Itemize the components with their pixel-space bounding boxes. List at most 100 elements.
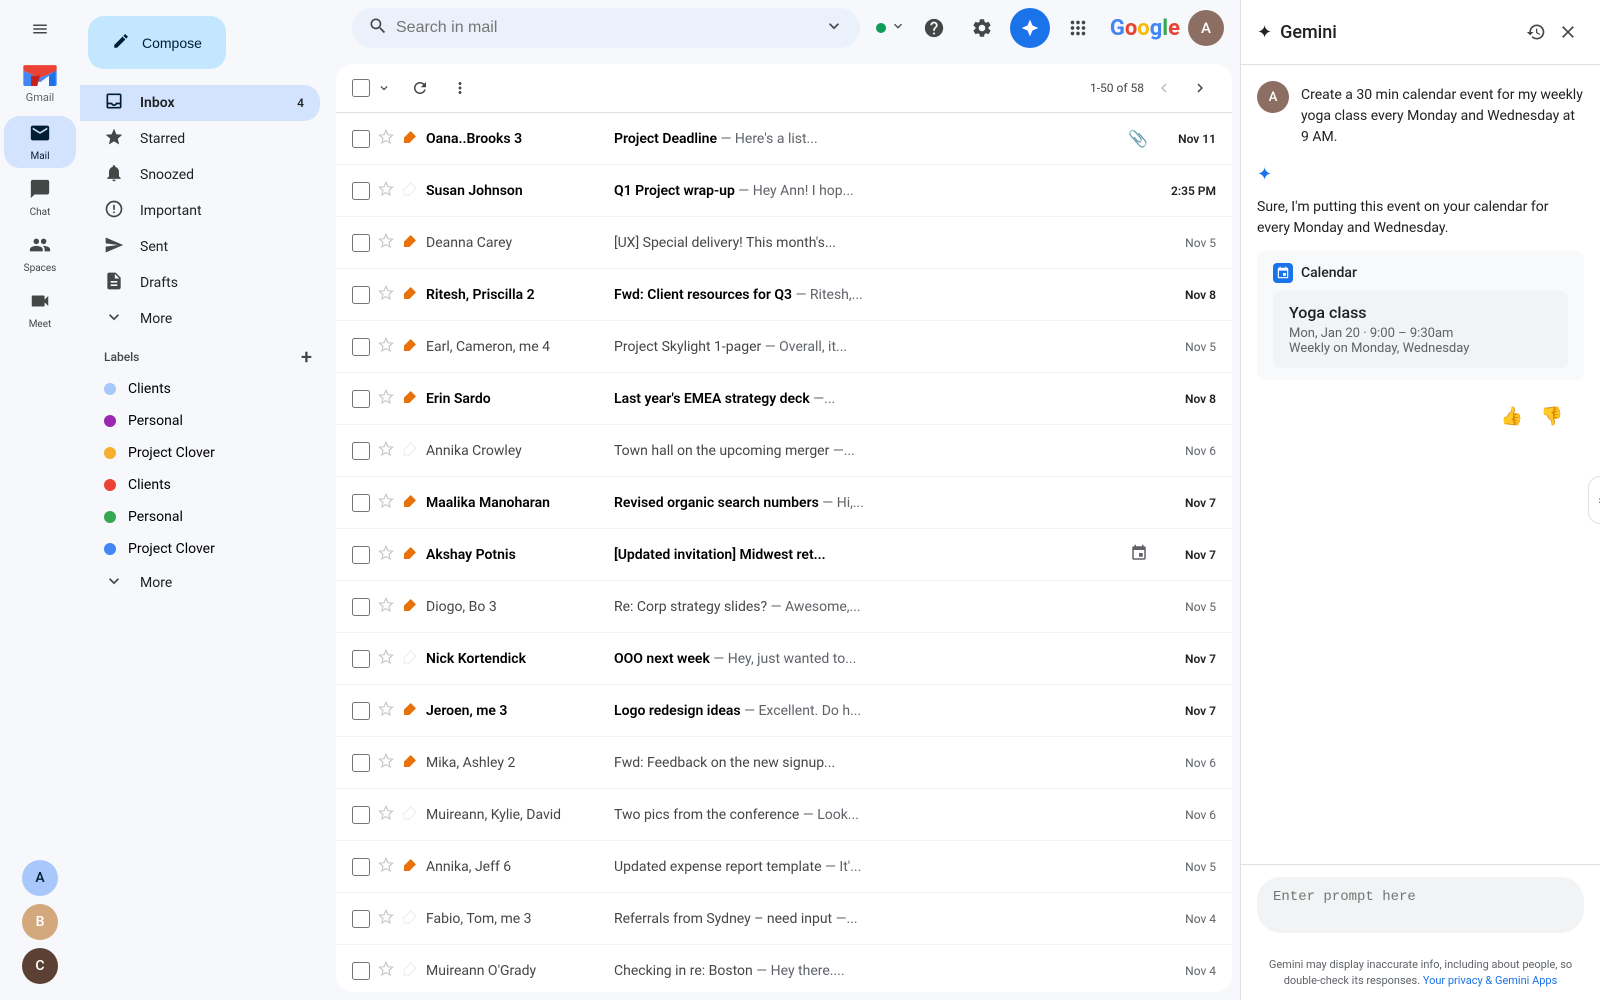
email-checkbox[interactable] [352, 442, 370, 460]
gemini-close-button[interactable] [1552, 16, 1584, 48]
select-dropdown-button[interactable] [372, 76, 396, 100]
star-icon[interactable] [378, 441, 394, 461]
email-checkbox[interactable] [352, 598, 370, 616]
email-row[interactable]: Jeroen, me 3 Logo redesign ideas — Excel… [336, 685, 1232, 737]
sidebar-item-starred[interactable]: Starred [80, 121, 320, 157]
email-row[interactable]: Maalika Manoharan Revised organic search… [336, 477, 1232, 529]
star-icon[interactable] [378, 493, 394, 513]
sidebar-item-drafts[interactable]: Drafts [80, 265, 320, 301]
nav-item-spaces[interactable]: Spaces [4, 228, 76, 280]
avatar-1[interactable]: A [22, 860, 58, 896]
apps-button[interactable] [1058, 8, 1098, 48]
email-row[interactable]: Muireann O'Grady Checking in re: Boston … [336, 945, 1232, 992]
star-icon[interactable] [378, 285, 394, 305]
email-row[interactable]: Nick Kortendick OOO next week — Hey, jus… [336, 633, 1232, 685]
email-row[interactable]: Oana..Brooks 3 Project Deadline — Here's… [336, 113, 1232, 165]
help-button[interactable] [914, 8, 954, 48]
label-project-clover-1[interactable]: Project Clover [104, 437, 296, 469]
yoga-event-card[interactable]: Yoga class Mon, Jan 20 · 9:00 – 9:30am W… [1273, 291, 1568, 368]
label-personal-2[interactable]: Personal [104, 501, 296, 533]
star-icon[interactable] [378, 961, 394, 981]
hamburger-menu[interactable] [19, 8, 61, 54]
label-clients-1[interactable]: Clients [104, 373, 296, 405]
settings-button[interactable] [962, 8, 1002, 48]
star-icon[interactable] [378, 181, 394, 201]
star-icon[interactable] [378, 909, 394, 929]
email-row[interactable]: Earl, Cameron, me 4 Project Skylight 1-p… [336, 321, 1232, 373]
star-icon[interactable] [378, 753, 394, 773]
email-row[interactable]: Fabio, Tom, me 3 Referrals from Sydney –… [336, 893, 1232, 945]
star-icon[interactable] [378, 129, 394, 149]
thumbs-down-button[interactable]: 👎 [1536, 400, 1568, 432]
gmail-logo[interactable]: Gmail [22, 62, 58, 104]
label-project-clover-2[interactable]: Project Clover [104, 533, 296, 565]
email-checkbox[interactable] [352, 910, 370, 928]
email-checkbox[interactable] [352, 338, 370, 356]
sidebar-item-snoozed[interactable]: Snoozed [80, 157, 320, 193]
email-row[interactable]: Muireann, Kylie, David Two pics from the… [336, 789, 1232, 841]
gemini-prompt-input[interactable] [1257, 877, 1584, 933]
email-row[interactable]: Akshay Potnis [Updated invitation] Midwe… [336, 529, 1232, 581]
email-checkbox[interactable] [352, 130, 370, 148]
star-icon[interactable] [378, 701, 394, 721]
email-checkbox[interactable] [352, 286, 370, 304]
email-checkbox[interactable] [352, 806, 370, 824]
labels-more-item[interactable]: More [104, 565, 296, 601]
gemini-button[interactable] [1010, 8, 1050, 48]
gemini-history-button[interactable] [1520, 16, 1552, 48]
search-bar[interactable] [352, 8, 860, 48]
nav-item-mail[interactable]: Mail [4, 116, 76, 168]
status-indicator[interactable] [876, 18, 906, 38]
star-icon[interactable] [378, 337, 394, 357]
chevron-down-search-icon[interactable] [824, 16, 844, 40]
refresh-button[interactable] [404, 72, 436, 104]
star-icon[interactable] [378, 649, 394, 669]
star-icon[interactable] [378, 233, 394, 253]
email-row[interactable]: Erin Sardo Last year's EMEA strategy dec… [336, 373, 1232, 425]
gemini-privacy-link[interactable]: Your privacy & Gemini Apps [1423, 974, 1557, 987]
sidebar-item-important[interactable]: Important [80, 193, 320, 229]
star-icon[interactable] [378, 805, 394, 825]
email-checkbox[interactable] [352, 494, 370, 512]
sidebar-item-inbox[interactable]: Inbox 4 [80, 85, 320, 121]
add-label-icon[interactable]: + [301, 345, 312, 369]
user-avatar[interactable]: A [1188, 10, 1224, 46]
google-logo[interactable]: G o o g l e [1110, 16, 1180, 41]
nav-item-chat[interactable]: Chat [4, 172, 76, 224]
email-row[interactable]: Annika Crowley Town hall on the upcoming… [336, 425, 1232, 477]
email-row[interactable]: Diogo, Bo 3 Re: Corp strategy slides? — … [336, 581, 1232, 633]
email-checkbox[interactable] [352, 962, 370, 980]
gemini-collapse-button[interactable]: › [1588, 476, 1600, 524]
star-icon[interactable] [378, 545, 394, 565]
email-row[interactable]: Annika, Jeff 6 Updated expense report te… [336, 841, 1232, 893]
compose-button[interactable]: Compose [88, 16, 226, 69]
email-checkbox[interactable] [352, 858, 370, 876]
more-options-button[interactable] [444, 72, 476, 104]
email-checkbox[interactable] [352, 234, 370, 252]
email-checkbox[interactable] [352, 754, 370, 772]
email-checkbox[interactable] [352, 650, 370, 668]
star-icon[interactable] [378, 857, 394, 877]
label-clients-2[interactable]: Clients [104, 469, 296, 501]
email-checkbox[interactable] [352, 546, 370, 564]
email-checkbox[interactable] [352, 182, 370, 200]
thumbs-up-button[interactable]: 👍 [1496, 400, 1528, 432]
email-checkbox[interactable] [352, 390, 370, 408]
label-personal-1[interactable]: Personal [104, 405, 296, 437]
select-all-checkbox[interactable] [352, 79, 370, 97]
email-checkbox[interactable] [352, 702, 370, 720]
email-row[interactable]: Mika, Ashley 2 Fwd: Feedback on the new … [336, 737, 1232, 789]
next-page-button[interactable] [1184, 72, 1216, 104]
star-icon[interactable] [378, 389, 394, 409]
star-icon[interactable] [378, 597, 394, 617]
search-input[interactable] [396, 19, 816, 37]
avatar-3[interactable]: C [22, 948, 58, 984]
email-row[interactable]: Deanna Carey [UX] Special delivery! This… [336, 217, 1232, 269]
prev-page-button[interactable] [1148, 72, 1180, 104]
sidebar-item-sent[interactable]: Sent [80, 229, 320, 265]
email-row[interactable]: Susan Johnson Q1 Project wrap-up — Hey A… [336, 165, 1232, 217]
avatar-2[interactable]: B [22, 904, 58, 940]
nav-item-meet[interactable]: Meet [4, 284, 76, 336]
email-row[interactable]: Ritesh, Priscilla 2 Fwd: Client resource… [336, 269, 1232, 321]
more-nav-item[interactable]: More [80, 301, 320, 337]
